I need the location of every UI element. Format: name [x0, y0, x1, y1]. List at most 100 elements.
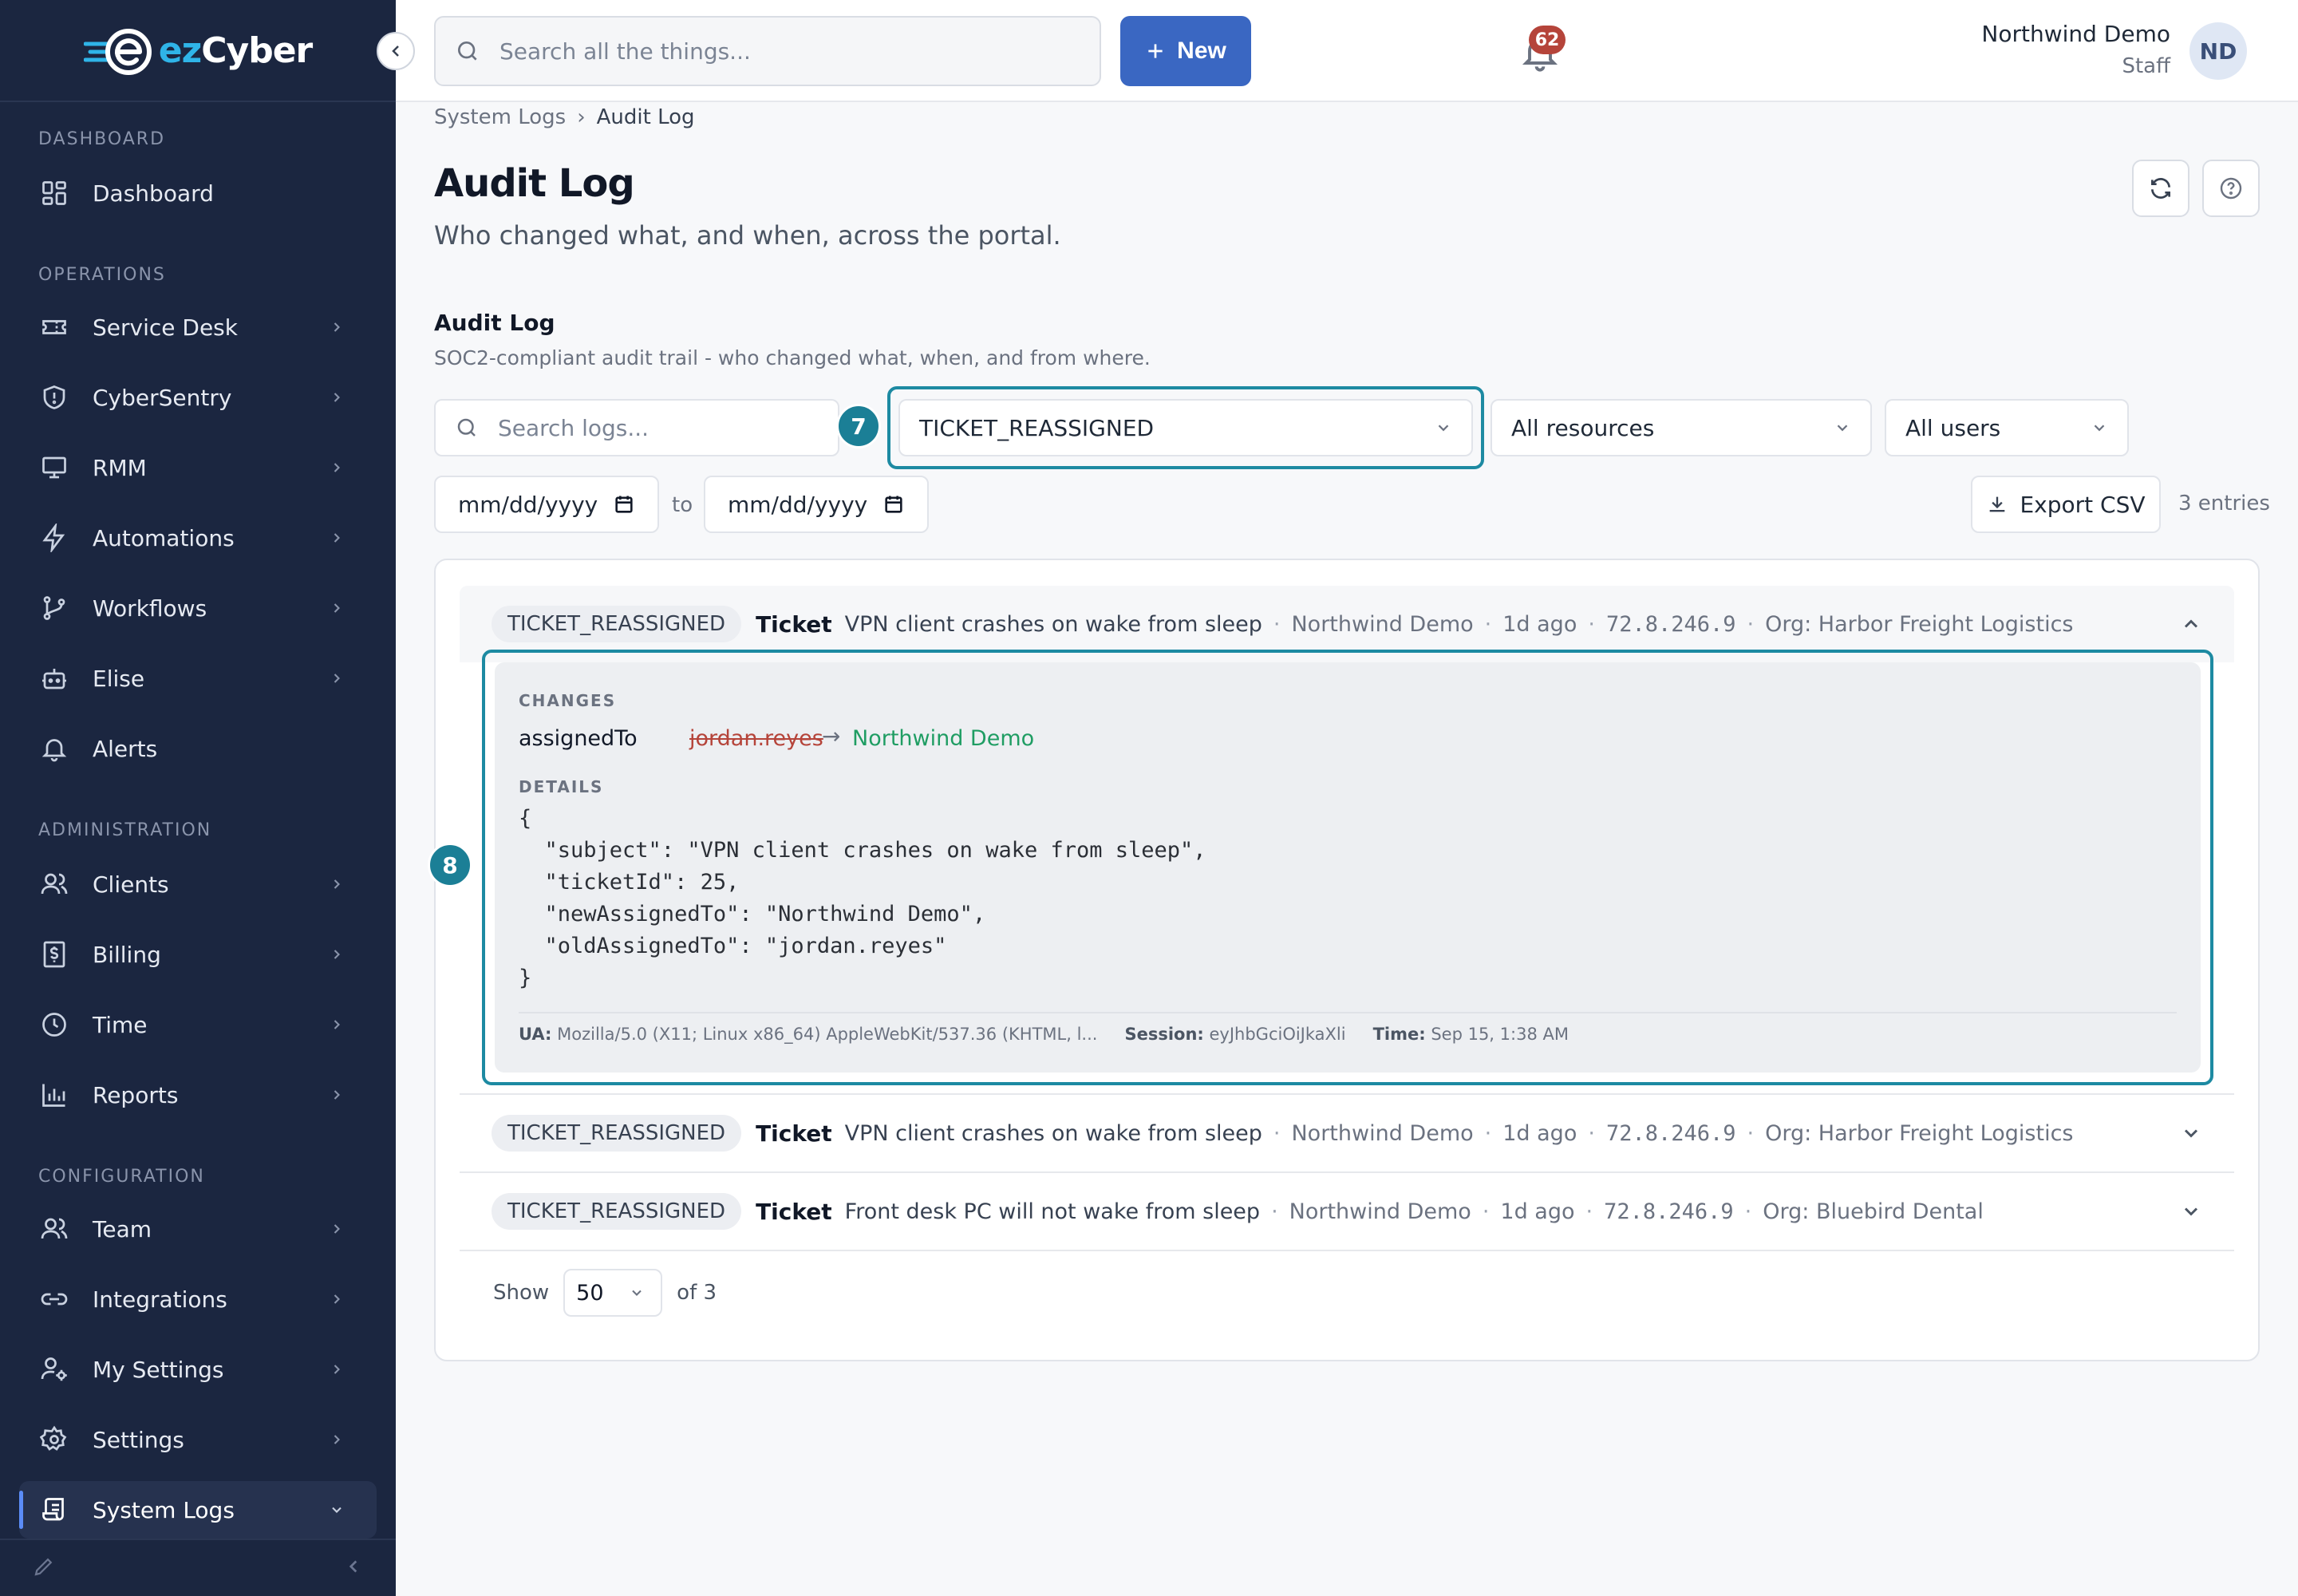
action-badge: TICKET_REASSIGNED [492, 606, 742, 642]
chevron-down-icon[interactable] [2180, 1200, 2202, 1223]
changes-label: CHANGES [519, 691, 617, 710]
chevron-right-icon [326, 597, 348, 619]
sidebar-item-service-desk[interactable]: Service Desk [19, 298, 377, 356]
details-label: DETAILS [519, 777, 604, 796]
changed-field-name: assignedTo [519, 726, 638, 751]
chevron-down-icon [1438, 425, 1449, 432]
help-circle-icon [2220, 177, 2242, 200]
chevron-up-icon[interactable] [2180, 613, 2202, 635]
audit-section-subtitle: SOC2-compliant audit trail - who changed… [434, 346, 1151, 369]
session-id: Session: eyJhbGciOiJkaXli [1124, 1025, 1346, 1044]
avatar[interactable]: ND [2189, 22, 2247, 80]
change-arrow: → [822, 723, 841, 749]
org-name: Org: Bluebird Dental [1763, 1199, 1984, 1224]
sidebar-item-team[interactable]: Team [19, 1200, 377, 1258]
sidebar-item-automations[interactable]: Automations [19, 509, 377, 567]
new-button-label: New [1177, 38, 1226, 64]
table-row[interactable]: TICKET_REASSIGNED Ticket VPN client cras… [460, 1095, 2234, 1171]
relative-time: 1d ago [1502, 611, 1577, 637]
sidebar-item-billing[interactable]: Billing [19, 926, 377, 983]
details-json: { "subject": "VPN client crashes on wake… [519, 806, 1206, 990]
link-icon [38, 1283, 70, 1315]
sidebar-item-dashboard[interactable]: Dashboard [19, 164, 377, 222]
org-name: Org: Harbor Freight Logistics [1765, 1120, 2074, 1146]
page-size-select[interactable]: 50 [563, 1269, 663, 1317]
sidebar-item-clients[interactable]: Clients [19, 855, 377, 913]
sidebar: ezCyber DASHBOARD Dashboard OPERATIONS S… [0, 0, 396, 1596]
breadcrumb: System Logs › Audit Log [434, 105, 695, 129]
plus-icon [1148, 44, 1163, 58]
lightning-icon [38, 522, 70, 554]
sidebar-item-label: Alerts [93, 735, 158, 762]
global-search[interactable] [434, 16, 1101, 86]
section-administration: ADMINISTRATION [38, 820, 212, 840]
global-search-input[interactable] [499, 38, 1058, 65]
sidebar-item-system-logs[interactable]: System Logs [19, 1481, 377, 1539]
sidebar-item-label: Workflows [93, 595, 207, 622]
breadcrumb-separator: › [577, 105, 586, 129]
users-icon [38, 1213, 70, 1245]
bot-icon [38, 662, 70, 694]
resource-filter-select[interactable]: All resources [1491, 399, 1872, 456]
brand-logo[interactable]: ezCyber [0, 0, 396, 102]
date-to-value: mm/dd/yyyy [728, 491, 868, 518]
sidebar-item-rmm[interactable]: RMM [19, 439, 377, 496]
sidebar-item-label: Billing [93, 941, 161, 968]
sidebar-item-elise[interactable]: Elise [19, 650, 377, 707]
sidebar-item-cybersentry[interactable]: CyberSentry [19, 369, 377, 426]
sidebar-item-reports[interactable]: Reports [19, 1066, 377, 1124]
row-divider [460, 1250, 2234, 1251]
date-from-value: mm/dd/yyyy [458, 491, 598, 518]
breadcrumb-parent[interactable]: System Logs [434, 105, 566, 129]
chevron-right-icon [326, 873, 348, 895]
sidebar-item-time[interactable]: Time [19, 996, 377, 1053]
export-csv-button[interactable]: Export CSV [1971, 476, 2161, 533]
collapse-sidebar-icon[interactable] [343, 1556, 364, 1580]
sidebar-item-alerts[interactable]: Alerts [19, 720, 377, 777]
date-from-input[interactable]: mm/dd/yyyy [434, 476, 659, 533]
log-search-input[interactable] [498, 414, 817, 441]
chevron-right-icon [326, 1288, 348, 1310]
chevron-down-icon[interactable] [2180, 1122, 2202, 1144]
step-badge-7: 7 [836, 404, 881, 448]
table-row[interactable]: TICKET_REASSIGNED Ticket Front desk PC w… [460, 1173, 2234, 1250]
resource-filter-value: All resources [1511, 414, 1655, 441]
ip-address: 72.8.246.9 [1605, 611, 1736, 637]
sidebar-item-label: Clients [93, 871, 169, 898]
log-search[interactable] [434, 399, 839, 456]
receipt-dollar-icon [38, 938, 70, 970]
section-dashboard: DASHBOARD [38, 129, 166, 149]
calendar-icon [885, 496, 902, 513]
user-filter-select[interactable]: All users [1885, 399, 2129, 456]
action-filter-select[interactable]: TICKET_REASSIGNED [898, 399, 1473, 456]
sidebar-item-label: Elise [93, 665, 145, 692]
section-configuration: CONFIGURATION [38, 1167, 205, 1187]
action-badge: TICKET_REASSIGNED [492, 1193, 742, 1230]
user-name[interactable]: Northwind Demo [1981, 21, 2170, 47]
help-button[interactable] [2202, 160, 2260, 217]
refresh-icon [2151, 178, 2170, 199]
entries-count: 3 entries [2178, 492, 2270, 516]
request-metadata: UA: Mozilla/5.0 (X11; Linux x86_64) Appl… [519, 1025, 1569, 1044]
actor-name: Northwind Demo [1291, 1120, 1474, 1146]
chevron-right-icon [326, 386, 348, 409]
sidebar-item-workflows[interactable]: Workflows [19, 579, 377, 637]
chevron-right-icon [326, 456, 348, 479]
pencil-icon[interactable] [32, 1555, 56, 1582]
chevron-down-icon [2094, 425, 2105, 432]
refresh-button[interactable] [2132, 160, 2189, 217]
sidebar-item-label: Reports [93, 1081, 179, 1108]
breadcrumb-current: Audit Log [596, 105, 695, 129]
sidebar-item-integrations[interactable]: Integrations [19, 1270, 377, 1328]
sidebar-item-label: Integrations [93, 1286, 227, 1313]
new-button[interactable]: New [1120, 16, 1251, 86]
event-time: Time: Sep 15, 1:38 AM [1372, 1025, 1569, 1044]
resource-subject: VPN client crashes on wake from sleep [844, 1120, 1262, 1146]
sidebar-item-my-settings[interactable]: My Settings [19, 1341, 377, 1398]
resource-subject: VPN client crashes on wake from sleep [844, 611, 1262, 637]
relative-time: 1d ago [1500, 1199, 1575, 1224]
date-to-input[interactable]: mm/dd/yyyy [704, 476, 929, 533]
top-bar: New [396, 0, 2298, 102]
sidebar-item-settings[interactable]: Settings [19, 1411, 377, 1468]
sidebar-collapse-button[interactable] [377, 32, 415, 70]
